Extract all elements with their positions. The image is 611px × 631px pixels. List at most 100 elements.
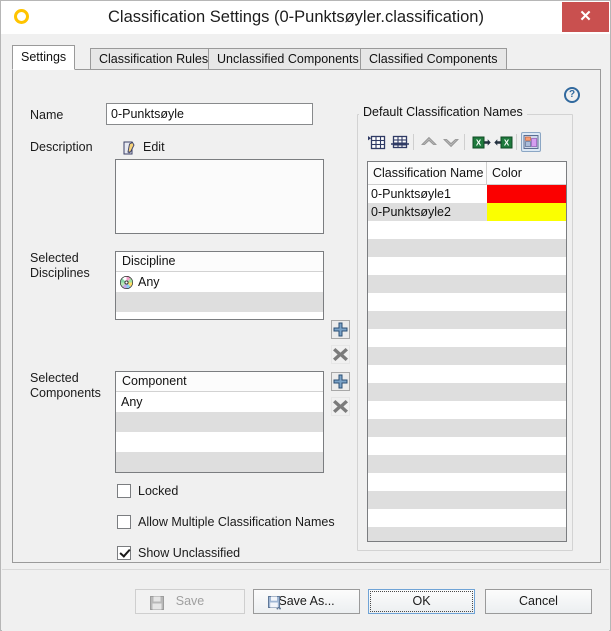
table-row[interactable]	[368, 455, 566, 473]
list-item[interactable]	[116, 412, 323, 432]
table-row[interactable]	[368, 293, 566, 311]
name-input[interactable]	[106, 103, 313, 125]
cell-color	[487, 491, 566, 509]
tab-unclassified-components[interactable]: Unclassified Components	[208, 48, 368, 69]
cell-color[interactable]	[487, 185, 566, 203]
dialog-button-bar: Save Save As... OK Cancel	[2, 569, 609, 631]
import-excel-icon[interactable]: X	[493, 132, 513, 152]
color-palette-icon[interactable]	[521, 132, 541, 152]
description-edit-button[interactable]: Edit	[123, 140, 165, 155]
show-unclassified-checkbox[interactable]: Show Unclassified	[117, 545, 240, 561]
cell-color	[487, 437, 566, 455]
cell-color	[487, 383, 566, 401]
table-row[interactable]: 0-Punktsøyle2	[368, 203, 566, 221]
selected-components-label: Selected Components	[30, 371, 101, 400]
table-row[interactable]: 0-Punktsøyle1	[368, 185, 566, 203]
table-row[interactable]	[368, 365, 566, 383]
save-as-button[interactable]: Save As...	[253, 589, 360, 614]
table-row[interactable]	[368, 239, 566, 257]
cell-classification-name	[368, 527, 487, 541]
checkbox-label: Locked	[138, 484, 179, 498]
focus-ring	[370, 591, 473, 612]
disciplines-list[interactable]: Discipline Any	[115, 251, 324, 320]
classification-settings-dialog: Classification Settings (0-Punktsøyler.c…	[0, 0, 611, 631]
column-header-color: Color	[492, 166, 522, 180]
cell-color	[487, 329, 566, 347]
cell-classification-name	[368, 311, 487, 329]
close-button[interactable]: ✕	[562, 2, 609, 32]
table-row[interactable]	[368, 347, 566, 365]
classification-names-table[interactable]: Classification Name Color 0-Punktsøyle1 …	[367, 161, 567, 542]
list-item[interactable]: Any	[116, 272, 323, 292]
tab-classification-rules[interactable]: Classification Rules	[90, 48, 218, 69]
table-toolbar: X X	[367, 132, 567, 154]
locked-checkbox[interactable]: Locked	[117, 483, 178, 499]
move-down-icon[interactable]	[441, 132, 461, 152]
cell-classification-name	[368, 221, 487, 239]
save-disk-icon	[150, 595, 164, 610]
cell-classification-name	[368, 383, 487, 401]
table-row[interactable]	[368, 329, 566, 347]
cell-color	[487, 239, 566, 257]
table-row[interactable]	[368, 311, 566, 329]
description-textarea[interactable]	[115, 159, 324, 234]
table-row[interactable]	[368, 257, 566, 275]
list-item[interactable]: Any	[116, 392, 323, 412]
add-discipline-button[interactable]	[331, 320, 350, 339]
table-row[interactable]	[368, 527, 566, 541]
cell-color[interactable]	[487, 203, 566, 221]
cell-classification-name	[368, 329, 487, 347]
cell-color	[487, 401, 566, 419]
cell-classification-name: 0-Punktsøyle1	[371, 187, 451, 201]
name-label: Name	[30, 108, 64, 122]
table-row[interactable]	[368, 275, 566, 293]
help-icon[interactable]: ?	[564, 87, 580, 103]
save-as-button-label: Save As...	[278, 594, 335, 608]
allow-multiple-classification-names-checkbox[interactable]: Allow Multiple Classification Names	[117, 514, 335, 530]
cell-classification-name	[368, 239, 487, 257]
list-item[interactable]	[116, 292, 323, 312]
disciplines-column-header: Discipline	[116, 252, 323, 272]
insert-row-icon[interactable]	[367, 132, 387, 152]
toolbar-separator	[516, 134, 517, 150]
cell-classification-name	[368, 293, 487, 311]
table-empty-rows	[368, 221, 566, 541]
cell-color	[487, 419, 566, 437]
table-row[interactable]	[368, 473, 566, 491]
table-row[interactable]	[368, 221, 566, 239]
table-row[interactable]	[368, 437, 566, 455]
save-button: Save	[135, 589, 245, 614]
remove-discipline-button[interactable]	[331, 345, 350, 364]
list-item[interactable]	[116, 452, 323, 472]
cancel-button[interactable]: Cancel	[485, 589, 592, 614]
list-item[interactable]	[116, 312, 323, 319]
cell-color	[487, 347, 566, 365]
ok-button[interactable]: OK	[368, 589, 475, 614]
default-classification-names-title: Default Classification Names	[359, 105, 527, 119]
add-component-button[interactable]	[331, 372, 350, 391]
components-list[interactable]: Component Any	[115, 371, 324, 473]
remove-component-button[interactable]	[331, 397, 350, 416]
list-item-label: Any	[138, 275, 160, 289]
table-row[interactable]	[368, 491, 566, 509]
table-row[interactable]	[368, 509, 566, 527]
tab-settings[interactable]: Settings	[12, 45, 76, 70]
export-excel-icon[interactable]: X	[471, 132, 491, 152]
tab-strip: Settings Classification Rules Unclassifi…	[12, 45, 601, 70]
cell-classification-name	[368, 491, 487, 509]
table-row[interactable]	[368, 401, 566, 419]
delete-row-icon[interactable]	[390, 132, 410, 152]
title-bar: Classification Settings (0-Punktsøyler.c…	[1, 1, 610, 34]
cell-classification-name	[368, 275, 487, 293]
tab-classified-components[interactable]: Classified Components	[360, 48, 507, 69]
pencil-icon	[123, 141, 137, 155]
table-row[interactable]	[368, 383, 566, 401]
description-label: Description	[30, 140, 93, 154]
cell-color	[487, 455, 566, 473]
list-item[interactable]	[116, 432, 323, 452]
components-column-header: Component	[116, 372, 323, 392]
cell-classification-name	[368, 365, 487, 383]
window-title: Classification Settings (0-Punktsøyler.c…	[108, 8, 484, 26]
move-up-icon[interactable]	[419, 132, 439, 152]
table-row[interactable]	[368, 419, 566, 437]
